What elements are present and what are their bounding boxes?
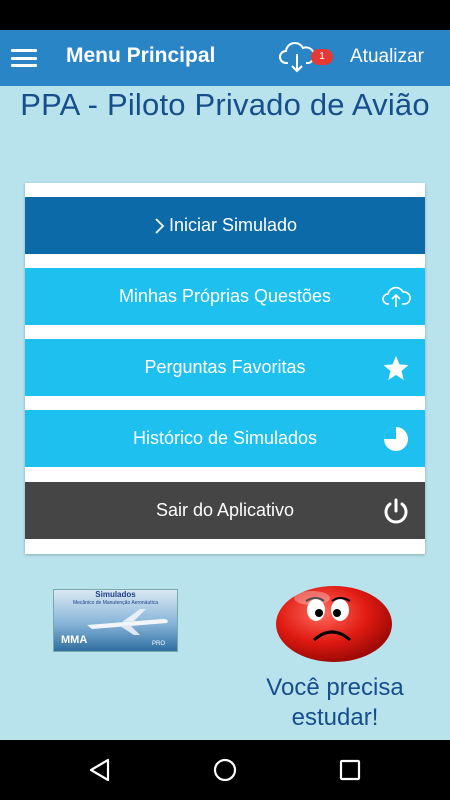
back-icon[interactable] bbox=[86, 756, 114, 784]
system-nav-bar bbox=[0, 740, 450, 800]
start-simulation-label: Iniciar Simulado bbox=[168, 215, 298, 235]
chevron-right-icon bbox=[155, 217, 165, 234]
star-icon bbox=[383, 356, 409, 380]
simulation-history-label: Histórico de Simulados bbox=[132, 428, 318, 448]
own-questions-label: Minhas Próprias Questões bbox=[118, 286, 332, 306]
page-headline: PPA - Piloto Privado de Avião bbox=[20, 87, 430, 122]
menu-hamburger-icon[interactable] bbox=[11, 49, 37, 67]
main-menu-card: Iniciar Simulado Minhas Próprias Questõe… bbox=[25, 183, 425, 554]
promo-title: Simulados bbox=[95, 590, 136, 599]
promo-subtitle: Mecânico de Manutenção Aeronáutica bbox=[72, 600, 159, 606]
own-questions-button[interactable]: Minhas Próprias Questões bbox=[25, 268, 425, 325]
simulation-history-button[interactable]: Histórico de Simulados bbox=[25, 410, 425, 467]
update-button[interactable]: Atualizar bbox=[350, 46, 424, 68]
sad-face-icon bbox=[276, 586, 392, 662]
home-icon[interactable] bbox=[211, 756, 239, 784]
favorite-questions-button[interactable]: Perguntas Favoritas bbox=[25, 339, 425, 396]
app-title: Menu Principal bbox=[66, 44, 216, 67]
cloud-upload-icon bbox=[382, 286, 411, 307]
promo-banner[interactable]: Simulados Mecânico de Manutenção Aeronáu… bbox=[53, 589, 178, 652]
status-bar bbox=[0, 0, 450, 30]
power-icon bbox=[384, 498, 408, 524]
promo-tag: PRO bbox=[151, 641, 165, 647]
exit-app-button[interactable]: Sair do Aplicativo bbox=[25, 482, 425, 539]
study-message: Você precisa estudar! bbox=[266, 674, 404, 731]
promo-brand: MMA bbox=[61, 634, 88, 646]
pie-chart-icon bbox=[384, 427, 408, 451]
recents-icon[interactable] bbox=[336, 756, 364, 784]
update-badge: 1 bbox=[311, 49, 333, 65]
airplane-icon bbox=[87, 609, 168, 635]
app-bar: Menu Principal 1 Atualizar bbox=[0, 30, 450, 86]
exit-app-label: Sair do Aplicativo bbox=[155, 500, 295, 520]
cloud-download-icon[interactable] bbox=[279, 39, 315, 75]
start-simulation-button[interactable]: Iniciar Simulado bbox=[25, 197, 425, 254]
favorite-questions-label: Perguntas Favoritas bbox=[144, 357, 306, 377]
